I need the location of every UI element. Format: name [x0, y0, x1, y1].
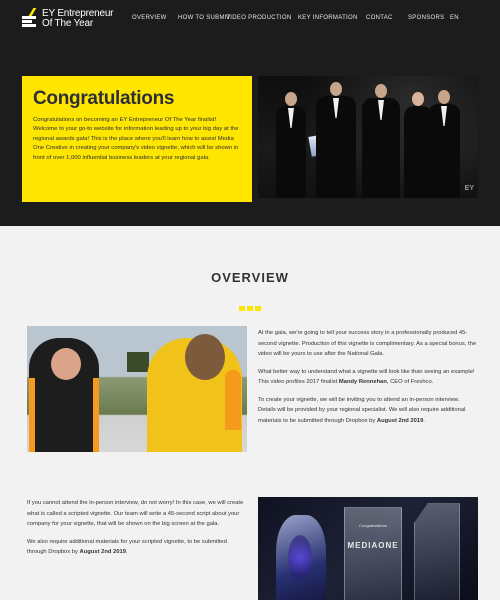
crystal-award [276, 515, 326, 600]
person-figure [428, 90, 460, 198]
nav-video-production[interactable]: VIDEO PRODUCTION [226, 15, 298, 21]
overview-text: At the gala, we're going to tell your su… [258, 328, 478, 433]
mandy-rennehan-link[interactable]: Mandy Rennehan [339, 379, 387, 385]
person-figure [316, 82, 356, 198]
deadline-date-2: August 2nd 2019 [79, 549, 126, 555]
nav-key-information[interactable]: KEY INFORMATION [298, 15, 366, 21]
para3-suffix: . [423, 417, 425, 424]
para5-suffix: . [125, 549, 128, 555]
ey-logo-icon [22, 8, 38, 27]
overview-para-4: If you cannot attend the in-person inter… [27, 500, 244, 527]
nav-language[interactable]: EN [450, 15, 464, 21]
person-figure [362, 84, 400, 198]
award-small-label: Congratulations [358, 523, 388, 528]
deadline-date: August 2nd 2019 [376, 417, 424, 424]
glass-award [414, 503, 460, 600]
para3-prefix: To create your vignette, we will be invi… [258, 396, 466, 424]
congratulations-card: Congratulations Congratulations on becom… [22, 76, 252, 202]
overview-heading: OVERVIEW [211, 270, 289, 285]
top-navbar: EY Entrepreneur Of The Year OVERVIEW HOW… [0, 0, 500, 40]
overview-para-2: What better way to understand what a vig… [258, 367, 478, 388]
overview-para-1: At the gala, we're going to tell your su… [258, 330, 477, 357]
hero-body: Congratulations on becoming an EY Entrep… [33, 117, 239, 161]
logo-text: EY Entrepreneur Of The Year [42, 9, 114, 29]
photo-watermark: EY [464, 185, 474, 192]
nav-sponsors[interactable]: SPONSORS [408, 15, 450, 21]
awards-photo: Congratulations MEDIAONE [258, 497, 478, 600]
nav-overview[interactable]: OVERVIEW [132, 15, 178, 21]
nav-contact[interactable]: CONTAC [366, 15, 408, 21]
yellow-divider [239, 306, 263, 311]
nav-links: OVERVIEW HOW TO SUBMIT VIDEO PRODUCTION … [132, 15, 464, 21]
brand-logo[interactable]: EY Entrepreneur Of The Year [22, 8, 114, 29]
overview-para-3: To create your vignette, we will be invi… [258, 395, 478, 427]
hero-section: EY Entrepreneur Of The Year OVERVIEW HOW… [0, 0, 500, 226]
logo-line-2: Of The Year [42, 18, 93, 29]
interview-photo [27, 326, 247, 452]
glass-award [344, 507, 402, 600]
finalists-photo: EY [258, 76, 478, 198]
person-figure [276, 92, 306, 198]
hero-title: Congratulations [33, 88, 175, 109]
award-brand-label: MEDIAONE [347, 541, 399, 550]
overview-para-5: We also require additional materials for… [27, 537, 247, 558]
woman-figure [29, 338, 99, 452]
scripted-vignette-text: If you cannot attend the in-person inter… [27, 498, 247, 565]
nav-how-to-submit[interactable]: HOW TO SUBMIT [178, 15, 230, 21]
worker-figure [225, 370, 241, 430]
para2-suffix: , CEO of Freshco. [386, 379, 434, 385]
